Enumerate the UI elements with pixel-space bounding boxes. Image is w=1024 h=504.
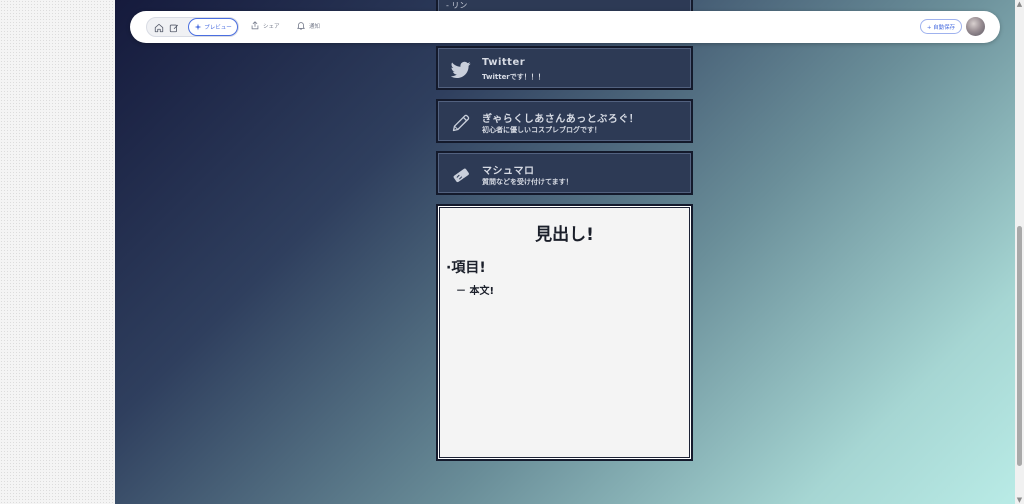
scrollbar-thumb[interactable] [1017, 226, 1022, 466]
link-title: Twitter [482, 57, 526, 68]
share-button[interactable]: シェア [250, 20, 280, 31]
text-content-panel[interactable]: 見出し! ·項目! － 本文! [436, 204, 693, 461]
preview-button[interactable]: プレビュー [188, 18, 238, 36]
autosave-button[interactable]: + 自動保存 [920, 19, 962, 34]
link-title: マシュマロ [482, 166, 535, 177]
top-toolbar: プレビュー シェア 通知 + 自動保存 [130, 11, 1000, 43]
scroll-down-arrow-icon[interactable]: ▼ [1016, 496, 1023, 504]
panel-heading: 見出し! [535, 225, 594, 245]
vertical-scrollbar[interactable]: ▲ ▼ [1015, 0, 1024, 504]
link-description: Twitterです！！！ [482, 73, 545, 81]
panel-body-text: － 本文! [456, 286, 495, 297]
notification-button[interactable]: 通知 [296, 20, 320, 31]
link-card-twitter[interactable]: Twitter Twitterです！！！ [436, 46, 693, 90]
home-icon[interactable] [152, 21, 165, 34]
link-card-blog[interactable]: ぎゃらくしあさんあっとぶろぐ！ 初心者に優しいコスプレブログです！ [436, 99, 693, 143]
marshmallow-icon [450, 164, 472, 186]
share-icon [251, 21, 259, 30]
mode-toggle-group: プレビュー [146, 17, 239, 37]
partial-card-text: - リン [446, 1, 468, 10]
edit-icon[interactable] [167, 21, 180, 34]
avatar[interactable] [966, 17, 985, 36]
panel-item: ·項目! [446, 260, 486, 276]
pencil-icon [450, 112, 472, 134]
notification-label: 通知 [309, 23, 321, 30]
link-description: 初心者に優しいコスプレブログです！ [482, 126, 601, 134]
left-background-strip [0, 0, 115, 504]
profile-page-canvas: - リン Twitter Twitterです！！！ ぎゃらくしあさんあっとぶろぐ… [115, 0, 1015, 504]
twitter-icon [450, 59, 472, 81]
share-label: シェア [263, 23, 280, 30]
link-title: ぎゃらくしあさんあっとぶろぐ！ [482, 114, 640, 125]
link-description: 質問などを受け付けてます！ [482, 178, 573, 186]
sparkle-icon [194, 23, 202, 31]
link-card-marshmallow[interactable]: マシュマロ 質問などを受け付けてます！ [436, 151, 693, 195]
bell-icon [297, 22, 305, 30]
scroll-up-arrow-icon[interactable]: ▲ [1016, 0, 1023, 8]
preview-label: プレビュー [204, 25, 232, 31]
